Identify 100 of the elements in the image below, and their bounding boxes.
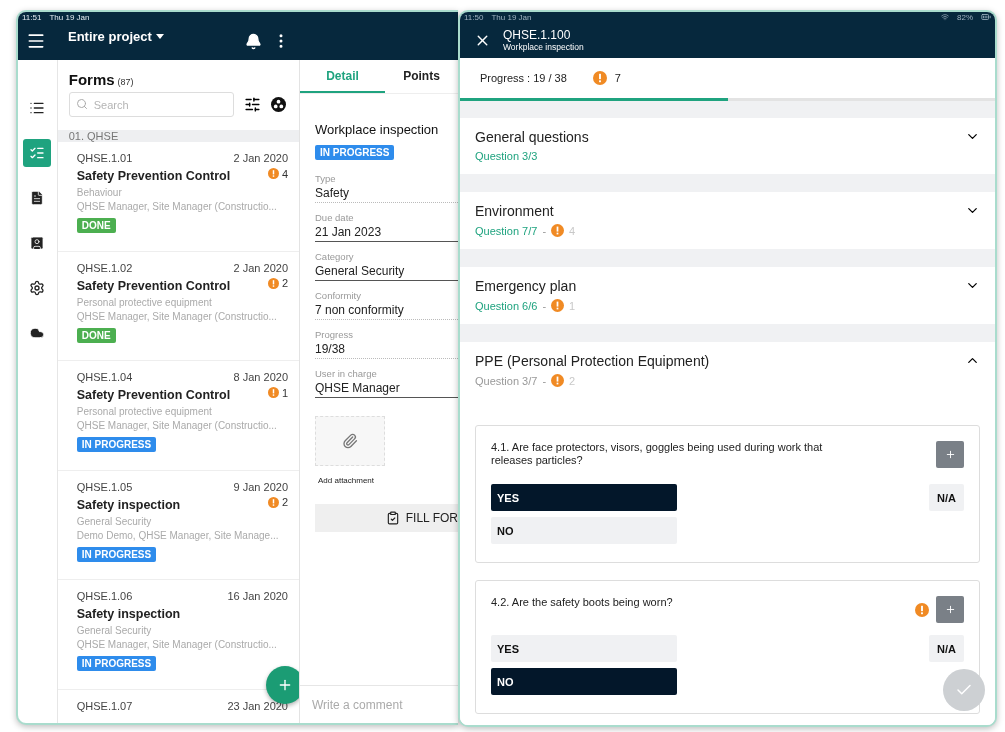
add-button[interactable] bbox=[936, 596, 964, 623]
form-item[interactable]: QHSE.1.05 9 Jan 2020 Safety inspection 2 General Security Demo Demo, QHSE Manager, Site Manage... IN PROGRESS bbox=[57, 470, 299, 580]
progress-label: Progress : 19 / 38 bbox=[480, 72, 567, 84]
form-assignees: QHSE Manager, Site Manager (Constructio... bbox=[76, 639, 278, 650]
section-card[interactable]: General questions Question 3/3 bbox=[460, 118, 995, 174]
section-title: PPE (Personal Protection Equipment) bbox=[475, 353, 710, 369]
section-title: General questions bbox=[475, 129, 589, 145]
warning-icon bbox=[267, 496, 279, 508]
separator-dash: - bbox=[542, 374, 547, 387]
section-title: Emergency plan bbox=[475, 278, 577, 294]
form-item[interactable]: QHSE.1.02 2 Jan 2020 Safety Prevention Control 2 Personal protective equipment QHSE Manager, Site Manager (Constructio... DONE bbox=[57, 251, 299, 361]
field-label: Type bbox=[315, 173, 337, 184]
settings-icon bbox=[29, 280, 46, 296]
form-item[interactable]: QHSE.1.01 2 Jan 2020 Safety Prevention Control 4 Behaviour QHSE Manager, Site Manager (Constructio... DONE bbox=[57, 142, 299, 252]
section-progress: Question 3/3 bbox=[475, 150, 538, 162]
answer-option[interactable]: YES bbox=[491, 484, 677, 511]
form-assignees: QHSE Manager, Site Manager (Constructio... bbox=[76, 420, 278, 431]
status-time: 11:50 bbox=[464, 12, 484, 22]
status-badge: DONE bbox=[76, 218, 116, 233]
fill-form-button[interactable]: FILL FOR bbox=[315, 504, 458, 532]
paperclip-icon bbox=[342, 433, 358, 449]
form-code: QHSE.1.01 bbox=[76, 152, 133, 164]
form-assignees: QHSE Manager, Site Manager (Constructio... bbox=[76, 310, 278, 322]
plus-icon bbox=[944, 449, 956, 460]
answer-option[interactable]: YES bbox=[491, 635, 677, 662]
field-label: User in charge bbox=[315, 368, 378, 379]
form-code: QHSE.1.02 bbox=[76, 261, 133, 274]
form-category: General Security bbox=[76, 625, 153, 636]
search-icon bbox=[75, 98, 88, 110]
form-title: Safety Prevention Control bbox=[76, 388, 231, 402]
warning-icon bbox=[267, 168, 279, 179]
form-date: 16 Jan 2020 bbox=[227, 590, 288, 602]
form-code: QHSE.1.07 bbox=[76, 699, 133, 712]
status-date: Thu 19 Jan bbox=[49, 12, 90, 22]
warning-count: 7 bbox=[614, 72, 621, 84]
list-icon bbox=[29, 100, 46, 116]
not-applicable-option[interactable]: N/A bbox=[929, 484, 964, 511]
question-text: 4.1. Are face protectors, visors, goggles being used during work that releases particles? bbox=[491, 441, 824, 468]
document-icon bbox=[29, 190, 46, 206]
warning-count: 2 bbox=[281, 277, 288, 289]
warning-icon bbox=[551, 374, 565, 387]
warning-count: 2 bbox=[281, 496, 288, 508]
answer-option[interactable]: NO bbox=[491, 517, 677, 544]
form-subtitle: Workplace inspection bbox=[503, 42, 584, 52]
warning-icon bbox=[551, 299, 565, 312]
field-label: Progress bbox=[315, 329, 354, 340]
battery-level: 82% bbox=[957, 12, 973, 22]
caret-icon bbox=[155, 33, 164, 39]
form-assignees: Demo Demo, QHSE Manager, Site Manage... bbox=[76, 529, 280, 541]
form-title: Safety Prevention Control bbox=[76, 169, 231, 183]
attachment-label: Add attachment bbox=[318, 476, 376, 485]
form-title: Safety Prevention Control bbox=[76, 278, 231, 293]
status-time: 11:51 bbox=[22, 12, 42, 22]
form-code: QHSE.1.100 bbox=[503, 28, 572, 42]
status-badge: IN PROGRESS bbox=[76, 546, 157, 562]
bell-icon[interactable] bbox=[245, 32, 262, 50]
plus-icon bbox=[944, 604, 956, 615]
add-button[interactable] bbox=[265, 666, 299, 704]
forms-title: Forms bbox=[68, 71, 115, 88]
group-header: 01. QHSE bbox=[57, 130, 299, 142]
add-button[interactable] bbox=[936, 441, 964, 468]
form-date: 2 Jan 2020 bbox=[233, 152, 288, 164]
form-category: Personal protective equipment bbox=[76, 406, 213, 417]
forms-count: (87) bbox=[117, 77, 134, 87]
project-selector[interactable]: Entire project bbox=[68, 28, 164, 44]
tab[interactable]: Points bbox=[385, 60, 458, 93]
section-progress: Question 6/6 bbox=[475, 299, 538, 312]
battery-icon bbox=[981, 12, 991, 22]
warning-icon bbox=[551, 224, 565, 237]
form-date: 8 Jan 2020 bbox=[233, 371, 288, 383]
answer-option[interactable]: NO bbox=[491, 668, 677, 695]
field-label: Category bbox=[315, 251, 355, 262]
form-code: QHSE.1.04 bbox=[76, 371, 133, 383]
section-title: Environment bbox=[475, 203, 554, 219]
warning-icon bbox=[592, 71, 607, 85]
status-badge: IN PROGRESS bbox=[76, 437, 157, 452]
status-date: Thu 19 Jan bbox=[491, 12, 532, 22]
form-assignees: QHSE Manager, Site Manager (Constructio... bbox=[76, 201, 278, 212]
dots-circle-icon[interactable] bbox=[270, 97, 286, 112]
detail-title: Workplace inspection bbox=[315, 122, 440, 137]
not-applicable-option[interactable]: N/A bbox=[929, 635, 964, 662]
question-text: 4.2. Are the safety boots being worn? bbox=[491, 596, 673, 610]
search-field[interactable]: Search bbox=[68, 92, 234, 117]
field-label: Conformity bbox=[315, 290, 362, 301]
separator-dash: - bbox=[542, 299, 547, 312]
field-label: Due date bbox=[315, 212, 355, 223]
form-title: Safety inspection bbox=[76, 497, 181, 512]
form-category: Behaviour bbox=[76, 187, 123, 198]
form-category: Personal protective equipment bbox=[76, 296, 213, 308]
menu-icon[interactable] bbox=[26, 31, 46, 51]
comment-field[interactable]: Write a comment bbox=[300, 685, 458, 723]
form-date: 9 Jan 2020 bbox=[233, 480, 288, 493]
cloud-icon bbox=[29, 325, 46, 341]
filter-icon[interactable] bbox=[243, 96, 261, 113]
warning-count: 4 bbox=[281, 167, 288, 180]
section-card[interactable] bbox=[460, 342, 995, 725]
form-item[interactable]: QHSE.1.04 8 Jan 2020 Safety Prevention Control 1 Personal protective equipment QHSE Manager, Site Manager (Constructio... IN PROGRESS bbox=[57, 361, 299, 471]
section-progress: Question 3/7 bbox=[475, 374, 538, 387]
form-code: QHSE.1.06 bbox=[76, 590, 133, 602]
warning-count: 1 bbox=[281, 386, 288, 399]
